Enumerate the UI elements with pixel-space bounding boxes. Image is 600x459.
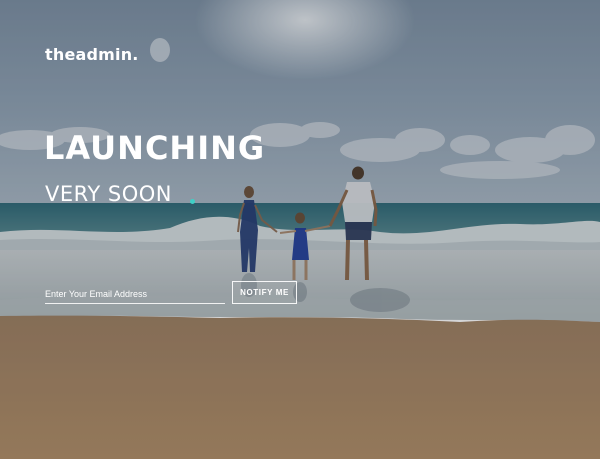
email-input[interactable] — [45, 285, 225, 304]
subheadline: VERY SOON — [45, 182, 172, 206]
brand-logo[interactable]: theadmin. — [45, 45, 139, 64]
notify-me-button[interactable]: NOTIFY ME — [232, 281, 297, 304]
accent-dot — [190, 199, 195, 204]
dark-overlay — [0, 0, 600, 459]
coming-soon-page: theadmin. LAUNCHING VERY SOON NOTIFY ME — [0, 0, 600, 459]
headline: LAUNCHING — [44, 129, 266, 167]
